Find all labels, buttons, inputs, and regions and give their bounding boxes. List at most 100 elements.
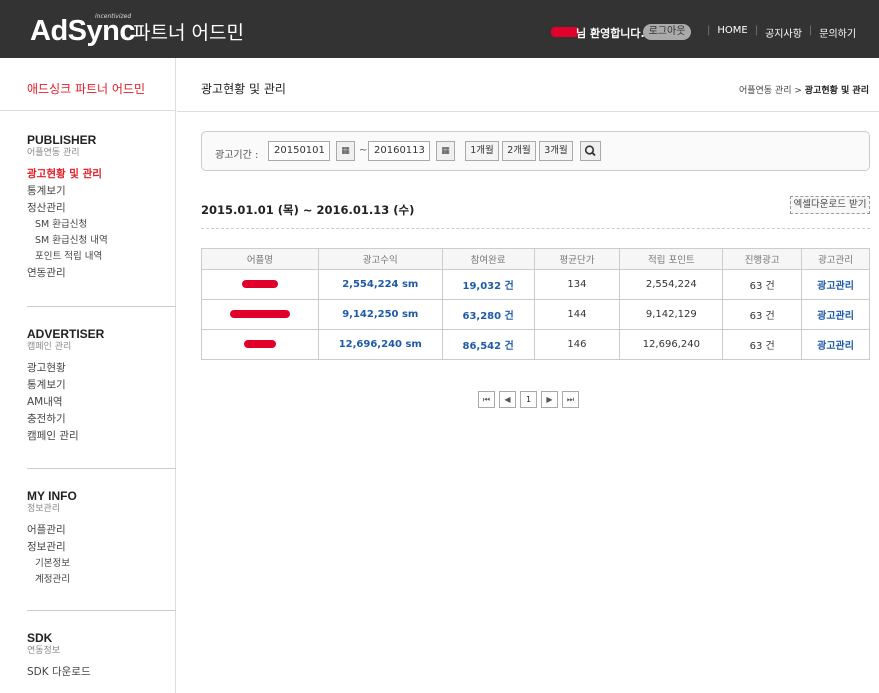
calendar-icon[interactable]: ▦ [436, 141, 455, 161]
period-3month-button[interactable]: 3개월 [539, 141, 573, 161]
sidebar-item-sm-refund[interactable]: SM 환급신청 [27, 217, 108, 233]
sidebar-item-ad-status[interactable]: 광고현황 및 관리 [27, 166, 108, 183]
col-app-name: 어플명 [201, 248, 319, 270]
publisher-heading: PUBLISHER [27, 133, 97, 147]
sidebar-item-stats[interactable]: 통계보기 [27, 183, 108, 200]
sidebar-item-point-history[interactable]: 포인트 적립 내역 [27, 249, 108, 265]
points-cell: 2,554,224 [619, 269, 724, 300]
col-revenue: 광고수익 [317, 248, 443, 270]
admin-subtitle: 파트너 어드민 [133, 22, 244, 44]
logout-button[interactable]: 로그아웃 [643, 24, 691, 40]
table-row: 12,696,240 sm 86,542 건 146 12,696,240 63… [201, 329, 870, 360]
myinfo-subheading: 정보관리 [27, 504, 61, 514]
search-icon [584, 145, 596, 157]
excel-download-button[interactable]: 엑셀다운로드 받기 [790, 196, 870, 214]
top-header: AdSync incentivized 파트너 어드민 님 환영합니다. 로그아… [0, 0, 879, 58]
sidebar-item-am-history[interactable]: AM내역 [27, 394, 104, 411]
section-divider [27, 306, 176, 307]
nav-notice[interactable]: 공지사항 [765, 25, 802, 40]
sidebar-item-sm-refund-history[interactable]: SM 환급신청 내역 [27, 233, 108, 249]
sdk-subheading: 연동정보 [27, 646, 61, 656]
app-name-cell [201, 299, 319, 330]
page-number-current[interactable]: 1 [520, 391, 537, 408]
advertiser-subheading: 캠페인 관리 [27, 342, 72, 352]
redacted-app-name [229, 310, 290, 318]
table-header-row: 어플명 광고수익 참여완료 평균단가 적립 포인트 진행광고 광고관리 [201, 248, 870, 270]
dashed-divider [201, 228, 870, 229]
sidebar-item-campaign[interactable]: 캠페인 관리 [27, 428, 104, 445]
ad-manage-link[interactable]: 광고관리 [801, 329, 870, 360]
breadcrumb-parent[interactable]: 어플연동 관리 [739, 86, 792, 96]
revenue-cell: 12,696,240 sm [317, 329, 443, 360]
redacted-username [551, 27, 579, 37]
app-name-cell [201, 269, 319, 300]
sidebar-item-integration[interactable]: 연동관리 [27, 265, 108, 282]
ad-manage-link[interactable]: 광고관리 [801, 299, 870, 330]
sidebar-item-basic-info[interactable]: 기본정보 [27, 556, 77, 572]
redacted-app-name [243, 340, 276, 348]
myinfo-heading: MY INFO [27, 489, 77, 503]
points-cell: 9,142,129 [619, 299, 724, 330]
col-manage: 광고관리 [801, 248, 870, 270]
sidebar-item-sdk-download[interactable]: SDK 다운로드 [27, 664, 91, 681]
completed-cell: 63,280 건 [441, 299, 535, 330]
period-2month-button[interactable]: 2개월 [502, 141, 536, 161]
calendar-icon[interactable]: ▦ [336, 141, 355, 161]
revenue-cell: 9,142,250 sm [317, 299, 443, 330]
breadcrumb-separator: > [791, 86, 805, 96]
pagination: ⏮ ◀ 1 ▶ ⏭ [478, 391, 579, 408]
sdk-heading: SDK [27, 631, 53, 645]
nav-separator: | [808, 25, 813, 36]
nav-home[interactable]: HOME [717, 25, 747, 40]
col-active-ads: 진행광고 [722, 248, 803, 270]
sidebar-item-charge[interactable]: 충전하기 [27, 411, 104, 428]
section-divider [27, 610, 176, 611]
nav-separator: | [754, 25, 759, 36]
page-title: 광고현황 및 관리 [201, 82, 286, 96]
sidebar-item-settlement[interactable]: 정산관리 [27, 200, 108, 217]
logo-tagline: incentivized [95, 13, 132, 20]
welcome-message: 님 환영합니다. [576, 27, 645, 40]
advertiser-section: ADVERTISER 캠페인 관리 광고현황 통계보기 AM내역 충전하기 캠페… [27, 328, 104, 445]
active-ads-cell: 63 건 [722, 269, 803, 300]
sidebar-title[interactable]: 애드싱크 파트너 어드민 [27, 80, 145, 97]
last-page-icon[interactable]: ⏭ [562, 391, 579, 408]
sidebar-item-adv-stats[interactable]: 통계보기 [27, 377, 104, 394]
top-nav: | HOME | 공지사항 | 문의하기 [700, 25, 856, 40]
sidebar-item-info-manage[interactable]: 정보관리 [27, 539, 77, 556]
breadcrumb-current: 광고현황 및 관리 [804, 86, 869, 96]
first-page-icon[interactable]: ⏮ [478, 391, 495, 408]
section-divider [27, 468, 176, 469]
adsync-logo[interactable]: AdSync [30, 16, 135, 46]
active-ads-cell: 63 건 [722, 329, 803, 360]
next-page-icon[interactable]: ▶ [541, 391, 558, 408]
end-date-input[interactable]: 20160113 [368, 141, 430, 161]
table-row: 2,554,224 sm 19,032 건 134 2,554,224 63 건… [201, 269, 870, 300]
avg-price-cell: 146 [533, 329, 621, 360]
redacted-app-name [241, 280, 278, 288]
ad-manage-link[interactable]: 광고관리 [801, 269, 870, 300]
table-row: 9,142,250 sm 63,280 건 144 9,142,129 63 건… [201, 299, 870, 330]
period-1month-button[interactable]: 1개월 [465, 141, 499, 161]
col-points: 적립 포인트 [619, 248, 724, 270]
breadcrumb: 어플연동 관리 > 광고현황 및 관리 [739, 83, 869, 96]
period-label: 광고기간 : [215, 150, 259, 161]
nav-inquiry[interactable]: 문의하기 [819, 25, 856, 40]
sidebar-item-ad-overview[interactable]: 광고현황 [27, 360, 104, 377]
active-ads-cell: 63 건 [722, 299, 803, 330]
advertiser-heading: ADVERTISER [27, 327, 105, 341]
range-tilde: ~ [359, 145, 368, 156]
sdk-section: SDK 연동정보 SDK 다운로드 [27, 632, 91, 681]
publisher-subheading: 어플연동 관리 [27, 148, 80, 158]
sidebar: 애드싱크 파트너 어드민 PUBLISHER 어플연동 관리 광고현황 및 관리… [0, 58, 176, 693]
prev-page-icon[interactable]: ◀ [499, 391, 516, 408]
start-date-input[interactable]: 20150101 [268, 141, 330, 161]
col-completed: 참여완료 [441, 248, 535, 270]
sidebar-divider [0, 110, 176, 111]
sidebar-item-account[interactable]: 계정관리 [27, 572, 77, 588]
nav-separator: | [707, 25, 711, 36]
search-button[interactable] [580, 141, 601, 161]
ad-status-table: 어플명 광고수익 참여완료 평균단가 적립 포인트 진행광고 광고관리 2,55… [201, 248, 870, 360]
sidebar-item-app-manage[interactable]: 어플관리 [27, 522, 77, 539]
search-panel: 광고기간 : 20150101 ▦ ~ 20160113 ▦ 1개월 2개월 3… [201, 131, 870, 171]
